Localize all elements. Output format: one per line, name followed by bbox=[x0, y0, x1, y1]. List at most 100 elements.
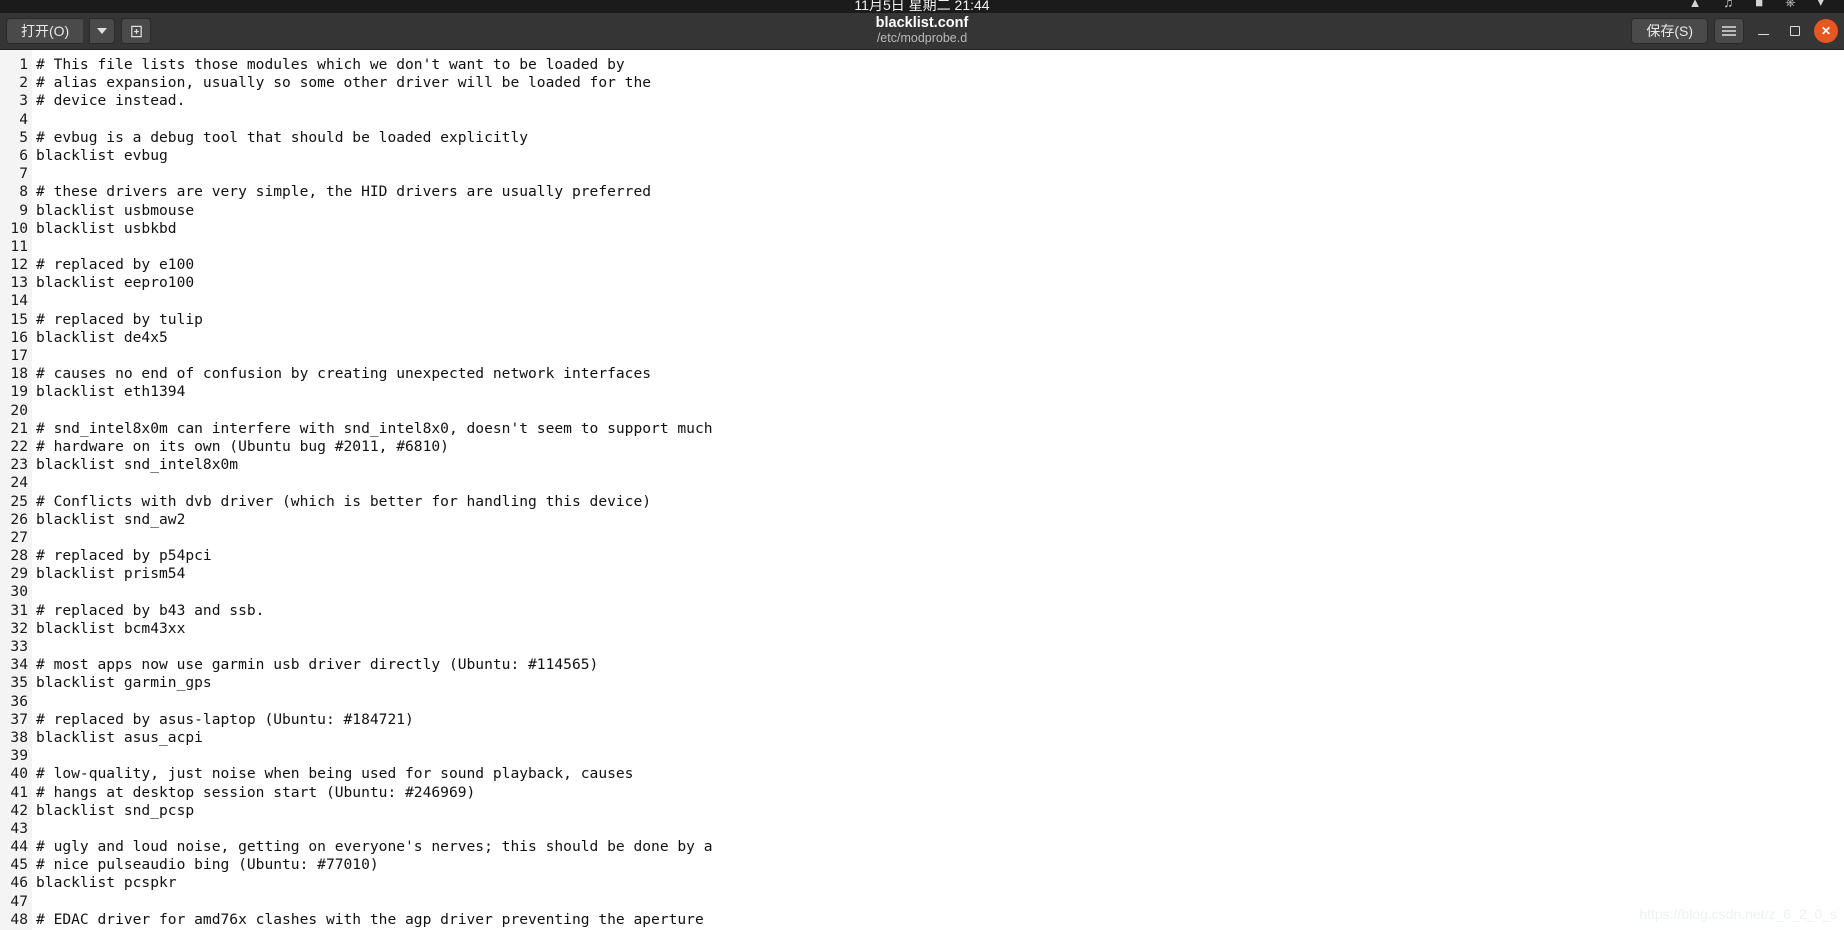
code-line[interactable]: # alias expansion, usually so some other… bbox=[36, 74, 1844, 92]
code-line[interactable]: # This file lists those modules which we… bbox=[36, 56, 1844, 74]
code-line[interactable]: # causes no end of confusion by creating… bbox=[36, 365, 1844, 383]
desktop-clock[interactable]: 11月5日 星期二 21:44 bbox=[854, 0, 989, 13]
code-line[interactable]: blacklist garmin_gps bbox=[36, 674, 1844, 692]
code-line[interactable]: # replaced by asus-laptop (Ubuntu: #1847… bbox=[36, 711, 1844, 729]
hamburger-menu-icon bbox=[1722, 26, 1736, 36]
line-number: 43 bbox=[10, 819, 28, 837]
line-number: 25 bbox=[10, 492, 28, 510]
code-line[interactable]: blacklist evbug bbox=[36, 147, 1844, 165]
line-number: 18 bbox=[10, 365, 28, 383]
headerbar-right-group: 保存(S) ✕ bbox=[1631, 18, 1838, 44]
code-line[interactable]: # replaced by tulip bbox=[36, 311, 1844, 329]
page-title: blacklist.conf bbox=[875, 15, 969, 32]
code-line[interactable]: blacklist usbkbd bbox=[36, 220, 1844, 238]
code-line[interactable]: blacklist pcspkr bbox=[36, 874, 1844, 892]
file-path-subtitle: /etc/modprobe.d bbox=[876, 31, 968, 46]
code-line[interactable] bbox=[36, 820, 1844, 838]
line-number: 10 bbox=[10, 219, 28, 237]
code-line[interactable]: blacklist snd_aw2 bbox=[36, 511, 1844, 529]
code-line[interactable]: blacklist prism54 bbox=[36, 565, 1844, 583]
maximize-button[interactable] bbox=[1782, 18, 1808, 44]
code-line[interactable] bbox=[36, 529, 1844, 547]
code-line[interactable]: # EDAC driver for amd76x clashes with th… bbox=[36, 911, 1844, 929]
code-line[interactable] bbox=[36, 893, 1844, 911]
battery-icon[interactable]: ■ bbox=[1755, 0, 1763, 10]
chevron-down-icon[interactable]: ▾ bbox=[1817, 0, 1824, 10]
code-line[interactable]: # snd_intel8x0m can interfere with snd_i… bbox=[36, 420, 1844, 438]
open-file-button[interactable]: 打开(O) bbox=[6, 18, 84, 44]
power-icon[interactable]: ⎈ bbox=[1785, 0, 1795, 10]
close-button[interactable]: ✕ bbox=[1814, 19, 1838, 43]
code-line[interactable]: # low-quality, just noise when being use… bbox=[36, 765, 1844, 783]
save-button[interactable]: 保存(S) bbox=[1631, 18, 1708, 44]
code-line[interactable] bbox=[36, 347, 1844, 365]
code-line[interactable]: blacklist de4x5 bbox=[36, 329, 1844, 347]
code-line[interactable]: blacklist eth1394 bbox=[36, 383, 1844, 401]
line-number: 34 bbox=[10, 656, 28, 674]
code-line[interactable] bbox=[36, 292, 1844, 310]
line-number: 35 bbox=[10, 674, 28, 692]
line-number: 23 bbox=[10, 456, 28, 474]
line-number: 40 bbox=[10, 765, 28, 783]
line-number: 31 bbox=[10, 601, 28, 619]
code-line[interactable] bbox=[36, 638, 1844, 656]
code-line[interactable]: # hardware on its own (Ubuntu bug #2011,… bbox=[36, 438, 1844, 456]
code-line[interactable]: blacklist snd_pcsp bbox=[36, 802, 1844, 820]
line-number: 2 bbox=[19, 74, 28, 92]
code-line[interactable]: # these drivers are very simple, the HID… bbox=[36, 183, 1844, 201]
line-number: 33 bbox=[10, 638, 28, 655]
text-editor-window: 11月5日 星期二 21:44 ▲ ♫ ■ ⎈ ▾ 打开(O) blacklis… bbox=[0, 0, 1844, 930]
editor-body[interactable]: 1 2 3 4 5 6 7 8 9 10 11 12 13 14 15 16 17 18 19 20 21 22 23 24 2… bbox=[0, 50, 1844, 930]
code-line[interactable]: # device instead. bbox=[36, 92, 1844, 110]
line-number: 12 bbox=[10, 256, 28, 274]
code-line[interactable]: # Conflicts with dvb driver (which is be… bbox=[36, 493, 1844, 511]
code-line[interactable]: # replaced by p54pci bbox=[36, 547, 1844, 565]
code-line[interactable] bbox=[36, 238, 1844, 256]
code-line[interactable] bbox=[36, 693, 1844, 711]
line-number: 1 bbox=[19, 56, 28, 73]
line-number: 46 bbox=[10, 874, 28, 892]
code-line[interactable]: # hangs at desktop session start (Ubuntu… bbox=[36, 784, 1844, 802]
headerbar-left-group: 打开(O) bbox=[6, 18, 152, 44]
network-icon[interactable]: ▲ bbox=[1689, 0, 1702, 10]
line-number: 21 bbox=[10, 419, 28, 437]
code-text-lines[interactable]: # This file lists those modules which we… bbox=[32, 50, 1844, 930]
code-area[interactable]: 1 2 3 4 5 6 7 8 9 10 11 12 13 14 15 16 17 18 19 20 21 22 23 24 2… bbox=[0, 50, 1844, 930]
code-line[interactable]: # replaced by b43 and ssb. bbox=[36, 602, 1844, 620]
line-number: 11 bbox=[10, 237, 28, 255]
code-line[interactable] bbox=[36, 165, 1844, 183]
code-line[interactable] bbox=[36, 402, 1844, 420]
code-line[interactable]: blacklist snd_intel8x0m bbox=[36, 456, 1844, 474]
code-line[interactable] bbox=[36, 747, 1844, 765]
line-number: 47 bbox=[10, 892, 28, 910]
code-line[interactable]: blacklist eepro100 bbox=[36, 274, 1844, 292]
code-line[interactable]: blacklist usbmouse bbox=[36, 202, 1844, 220]
code-line[interactable]: # most apps now use garmin usb driver di… bbox=[36, 656, 1844, 674]
line-number: 39 bbox=[10, 747, 28, 765]
line-number: 22 bbox=[10, 437, 28, 455]
code-line[interactable]: # nice pulseaudio bing (Ubuntu: #77010) bbox=[36, 856, 1844, 874]
new-document-button[interactable] bbox=[121, 18, 152, 44]
code-line[interactable] bbox=[36, 474, 1844, 492]
line-number: 44 bbox=[10, 838, 28, 856]
code-line[interactable]: blacklist asus_acpi bbox=[36, 729, 1844, 747]
code-line[interactable]: blacklist bcm43xx bbox=[36, 620, 1844, 638]
code-line[interactable] bbox=[36, 111, 1844, 129]
minimize-button[interactable] bbox=[1750, 18, 1776, 44]
line-number: 45 bbox=[10, 856, 28, 874]
maximize-icon bbox=[1790, 26, 1800, 36]
volume-icon[interactable]: ♫ bbox=[1723, 0, 1733, 10]
close-icon: ✕ bbox=[1820, 24, 1832, 38]
code-line[interactable]: # replaced by e100 bbox=[36, 256, 1844, 274]
hamburger-menu-button[interactable] bbox=[1714, 18, 1744, 44]
code-line[interactable]: # ugly and loud noise, getting on everyo… bbox=[36, 838, 1844, 856]
desktop-tray[interactable]: ▲ ♫ ■ ⎈ ▾ bbox=[1689, 0, 1824, 10]
line-number: 20 bbox=[10, 401, 28, 419]
open-recent-dropdown-button[interactable] bbox=[89, 18, 116, 44]
line-number: 14 bbox=[10, 292, 28, 310]
code-line[interactable]: # evbug is a debug tool that should be l… bbox=[36, 129, 1844, 147]
line-number: 6 bbox=[19, 146, 28, 164]
line-number: 30 bbox=[10, 583, 28, 601]
code-line[interactable] bbox=[36, 583, 1844, 601]
line-number: 48 bbox=[10, 910, 28, 928]
